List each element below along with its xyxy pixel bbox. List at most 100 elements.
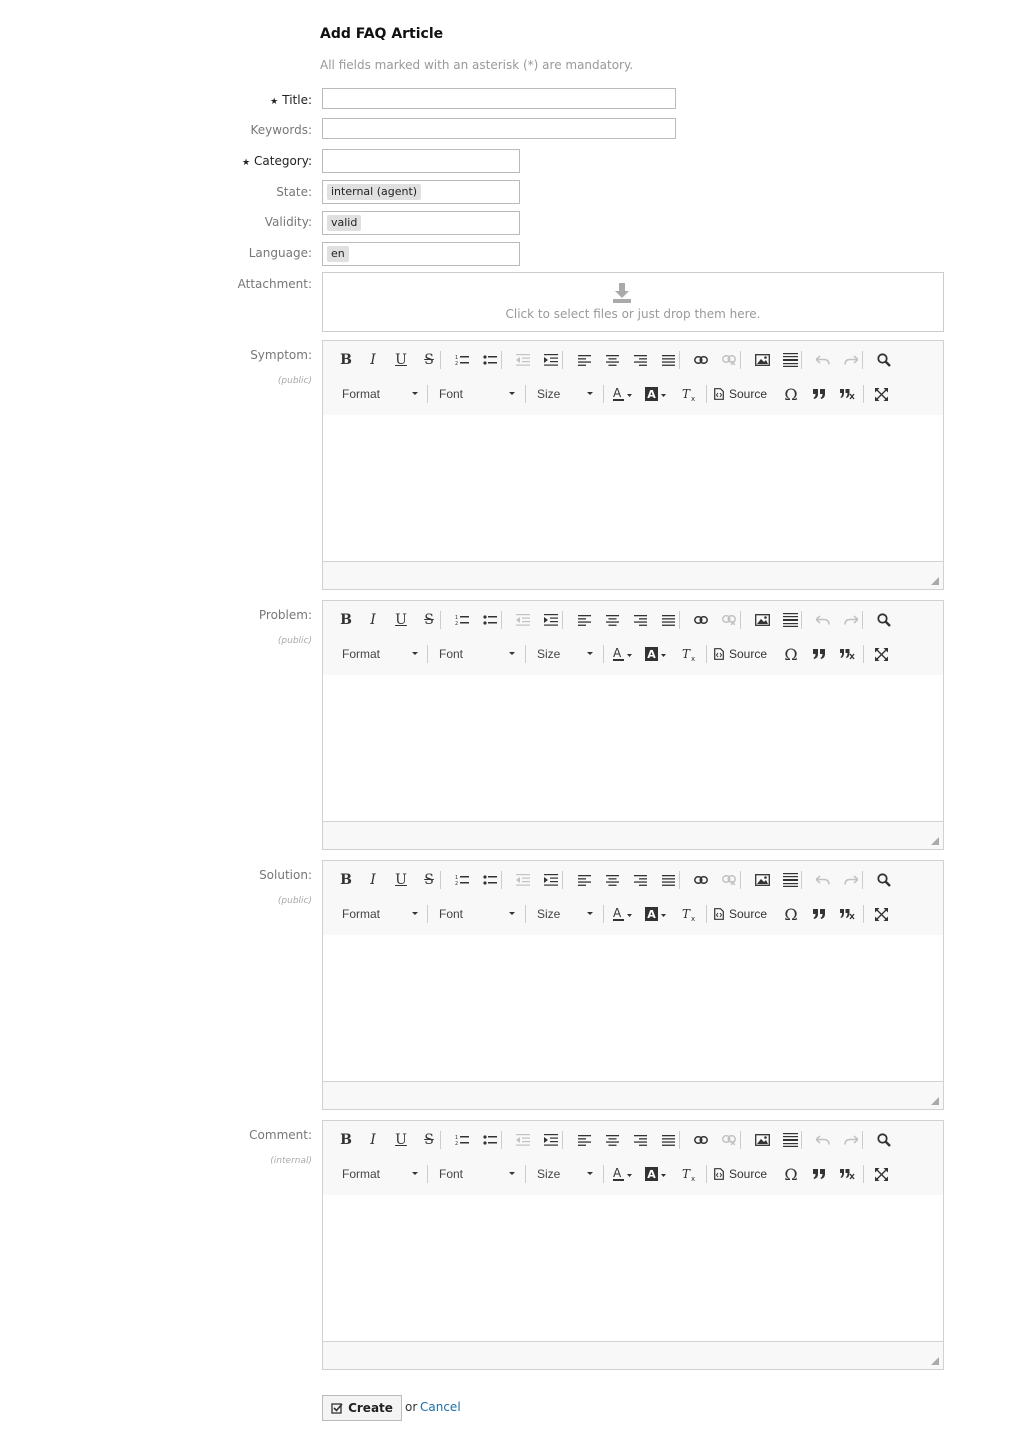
special-character-button[interactable]: Ω [780, 383, 802, 405]
bold-button[interactable]: B [335, 349, 357, 371]
maximize-button[interactable] [870, 383, 892, 405]
source-button[interactable]: Source [714, 383, 767, 405]
unlink-button[interactable] [718, 349, 740, 371]
numbered-list-button[interactable]: 12 [451, 609, 473, 631]
link-button[interactable] [690, 1129, 712, 1151]
align-right-button[interactable] [629, 1129, 651, 1151]
format-dropdown[interactable]: Format [342, 1163, 422, 1185]
cancel-link[interactable]: Cancel [420, 1400, 461, 1414]
remove-format-button[interactable]: Tx [678, 903, 700, 925]
bulleted-list-button[interactable] [479, 349, 501, 371]
indent-button[interactable] [540, 349, 562, 371]
horizontal-line-button[interactable] [779, 869, 801, 891]
strikethrough-button[interactable]: S [418, 349, 440, 371]
align-center-button[interactable] [601, 609, 623, 631]
redo-button[interactable] [840, 609, 862, 631]
link-button[interactable] [690, 609, 712, 631]
strikethrough-button[interactable]: S [418, 869, 440, 891]
outdent-button[interactable] [512, 349, 534, 371]
strikethrough-button[interactable]: S [418, 609, 440, 631]
justify-button[interactable] [657, 349, 679, 371]
italic-button[interactable]: I [362, 869, 384, 891]
redo-button[interactable] [840, 1129, 862, 1151]
undo-button[interactable] [812, 609, 834, 631]
find-button[interactable] [873, 1129, 895, 1151]
strikethrough-button[interactable]: S [418, 1129, 440, 1151]
blockquote-button[interactable] [808, 383, 830, 405]
image-button[interactable] [751, 1129, 773, 1151]
state-select[interactable]: internal (agent) [322, 180, 520, 204]
source-button[interactable]: Source [714, 1163, 767, 1185]
remove-format-button[interactable]: Tx [678, 643, 700, 665]
align-left-button[interactable] [573, 869, 595, 891]
undo-button[interactable] [812, 1129, 834, 1151]
validity-select[interactable]: valid [322, 211, 520, 235]
size-dropdown[interactable]: Size [537, 643, 597, 665]
title-input[interactable] [322, 88, 676, 109]
outdent-button[interactable] [512, 869, 534, 891]
format-dropdown[interactable]: Format [342, 903, 422, 925]
remove-format-button[interactable]: Tx [678, 1163, 700, 1185]
format-dropdown[interactable]: Format [342, 643, 422, 665]
link-button[interactable] [690, 869, 712, 891]
justify-button[interactable] [657, 1129, 679, 1151]
redo-button[interactable] [840, 349, 862, 371]
create-button[interactable]: Create [322, 1395, 402, 1421]
undo-button[interactable] [812, 349, 834, 371]
attachment-dropzone[interactable]: Click to select files or just drop them … [322, 272, 944, 332]
editor-content-area[interactable] [323, 415, 943, 561]
underline-button[interactable]: U [390, 609, 412, 631]
indent-button[interactable] [540, 1129, 562, 1151]
source-button[interactable]: Source [714, 643, 767, 665]
category-select[interactable] [322, 149, 520, 173]
align-center-button[interactable] [601, 1129, 623, 1151]
find-button[interactable] [873, 869, 895, 891]
outdent-button[interactable] [512, 609, 534, 631]
redo-button[interactable] [840, 869, 862, 891]
italic-button[interactable]: I [362, 349, 384, 371]
resize-icon[interactable] [931, 837, 939, 845]
unlink-button[interactable] [718, 1129, 740, 1151]
editor-content-area[interactable] [323, 1195, 943, 1341]
language-select[interactable]: en [322, 242, 520, 266]
numbered-list-button[interactable]: 12 [451, 1129, 473, 1151]
align-right-button[interactable] [629, 869, 651, 891]
unlink-button[interactable] [718, 869, 740, 891]
align-center-button[interactable] [601, 869, 623, 891]
numbered-list-button[interactable]: 12 [451, 349, 473, 371]
remove-blockquote-button[interactable] [836, 643, 858, 665]
bulleted-list-button[interactable] [479, 1129, 501, 1151]
image-button[interactable] [751, 609, 773, 631]
bulleted-list-button[interactable] [479, 609, 501, 631]
image-button[interactable] [751, 349, 773, 371]
text-color-button[interactable]: A [611, 903, 635, 925]
resize-icon[interactable] [931, 577, 939, 585]
link-button[interactable] [690, 349, 712, 371]
numbered-list-button[interactable]: 12 [451, 869, 473, 891]
align-left-button[interactable] [573, 1129, 595, 1151]
format-dropdown[interactable]: Format [342, 383, 422, 405]
blockquote-button[interactable] [808, 643, 830, 665]
align-center-button[interactable] [601, 349, 623, 371]
italic-button[interactable]: I [362, 1129, 384, 1151]
remove-blockquote-button[interactable] [836, 383, 858, 405]
bold-button[interactable]: B [335, 609, 357, 631]
horizontal-line-button[interactable] [779, 1129, 801, 1151]
align-right-button[interactable] [629, 349, 651, 371]
text-color-button[interactable]: A [611, 1163, 635, 1185]
special-character-button[interactable]: Ω [780, 903, 802, 925]
justify-button[interactable] [657, 609, 679, 631]
horizontal-line-button[interactable] [779, 349, 801, 371]
resize-icon[interactable] [931, 1357, 939, 1365]
keywords-input[interactable] [322, 118, 676, 139]
size-dropdown[interactable]: Size [537, 903, 597, 925]
underline-button[interactable]: U [390, 1129, 412, 1151]
font-dropdown[interactable]: Font [439, 1163, 519, 1185]
blockquote-button[interactable] [808, 1163, 830, 1185]
horizontal-line-button[interactable] [779, 609, 801, 631]
editor-content-area[interactable] [323, 675, 943, 821]
remove-format-button[interactable]: Tx [678, 383, 700, 405]
underline-button[interactable]: U [390, 349, 412, 371]
editor-content-area[interactable] [323, 935, 943, 1081]
align-right-button[interactable] [629, 609, 651, 631]
